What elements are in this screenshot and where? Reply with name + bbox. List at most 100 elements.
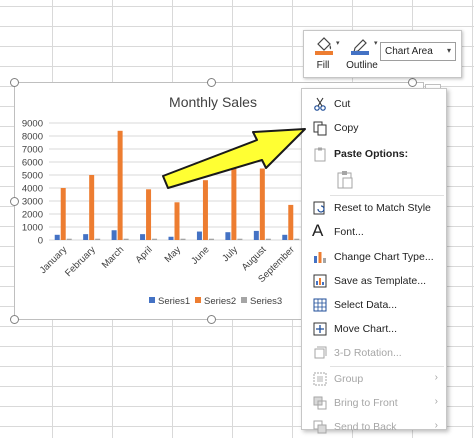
bring-to-front-icon (313, 396, 327, 410)
fill-label: Fill (316, 60, 330, 71)
pen-outline-icon (351, 39, 369, 55)
bar-series2-september[interactable] (288, 204, 294, 240)
menu-item-save-template[interactable]: Save as Template... (302, 270, 446, 292)
bar-series2-april[interactable] (146, 189, 152, 240)
bar-series1-may[interactable] (168, 236, 174, 240)
y-tick-label: 7000 (22, 145, 43, 156)
save-template-label: Save as Template... (334, 275, 427, 287)
paint-bucket-icon (315, 37, 333, 55)
x-tick-label: April (133, 244, 154, 265)
menu-item-reset-style[interactable]: Reset to Match Style (302, 197, 446, 219)
select-data-icon (313, 298, 327, 312)
bring-to-front-label: Bring to Front (334, 397, 398, 409)
menu-item-copy[interactable]: Copy (302, 117, 446, 139)
bar-series3-september[interactable] (294, 238, 300, 240)
rotation-icon (314, 346, 327, 359)
select-data-label: Select Data... (334, 299, 398, 311)
resize-handle-bottom-left[interactable] (10, 315, 19, 324)
legend-label: Series1 (158, 296, 190, 307)
bar-series3-may[interactable] (180, 238, 186, 240)
menu-item-group[interactable]: Group › (302, 368, 446, 390)
menu-item-send-to-back[interactable]: Send to Back › (302, 416, 446, 438)
menu-item-3d-rotation[interactable]: 3-D Rotation... (302, 342, 446, 364)
chart-element-value: Chart Area (385, 46, 433, 57)
y-tick-label: 1000 (22, 223, 43, 234)
submenu-arrow-icon: › (434, 396, 438, 407)
paste-options-heading: Paste Options: (302, 143, 446, 165)
bar-series1-march[interactable] (111, 230, 117, 240)
menu-item-move-chart[interactable]: Move Chart... (302, 318, 446, 340)
y-tick-label: 5000 (22, 171, 43, 182)
x-tick-label: July (220, 244, 240, 264)
paste-options-label: Paste Options: (334, 148, 409, 160)
bar-series1-august[interactable] (253, 230, 259, 240)
y-tick-label: 9000 (22, 119, 43, 130)
copy-label: Copy (334, 122, 359, 134)
bar-series1-february[interactable] (83, 234, 89, 240)
menu-item-font[interactable]: A Font... (302, 221, 446, 243)
bar-series1-september[interactable] (282, 234, 288, 240)
bar-series2-may[interactable] (174, 202, 180, 240)
send-to-back-icon (313, 420, 327, 434)
resize-handle-top-middle[interactable] (207, 78, 216, 87)
outline-button[interactable]: Outline (342, 33, 378, 73)
menu-divider (330, 195, 444, 196)
bar-series3-february[interactable] (95, 238, 101, 240)
bar-series2-june[interactable] (202, 180, 208, 240)
copy-icon (313, 121, 327, 136)
paste-clipboard-icon (337, 171, 353, 189)
menu-item-change-chart-type[interactable]: Change Chart Type... (302, 246, 446, 268)
bar-series3-april[interactable] (152, 238, 158, 240)
legend-swatch (149, 297, 155, 303)
paste-button[interactable] (334, 169, 356, 191)
bar-series1-april[interactable] (140, 234, 146, 240)
reset-style-label: Reset to Match Style (334, 202, 431, 214)
y-tick-label: 3000 (22, 197, 43, 208)
y-tick-label: 6000 (22, 158, 43, 169)
menu-item-bring-to-front[interactable]: Bring to Front › (302, 392, 446, 414)
resize-handle-top-left[interactable] (10, 78, 19, 87)
bar-series2-july[interactable] (231, 158, 237, 240)
submenu-arrow-icon: › (434, 372, 438, 383)
fill-button[interactable]: Fill (308, 33, 338, 73)
move-chart-label: Move Chart... (334, 323, 398, 335)
outline-dropdown-icon[interactable]: ▾ (374, 39, 378, 47)
group-icon (313, 372, 327, 386)
bar-series2-march[interactable] (117, 130, 123, 240)
bar-series1-june[interactable] (196, 231, 202, 240)
chart-title: Monthly Sales (169, 94, 257, 110)
bar-series3-june[interactable] (208, 238, 214, 240)
chart-element-select[interactable]: Chart Area ▾ (380, 42, 456, 61)
bar-series3-july[interactable] (237, 238, 243, 240)
context-menu: Cut Copy Paste Options: Reset to Match S… (301, 88, 447, 434)
bar-series3-march[interactable] (123, 238, 129, 240)
bar-series2-february[interactable] (89, 175, 95, 240)
bar-series1-july[interactable] (225, 232, 231, 240)
resize-handle-bottom-middle[interactable] (207, 315, 216, 324)
x-tick-label: February (63, 244, 98, 279)
bar-series3-january[interactable] (66, 238, 72, 240)
format-mini-toolbar: Fill ▾ Outline ▾ Chart Area ▾ (303, 30, 462, 78)
reset-style-icon (313, 201, 325, 215)
x-tick-label: June (189, 244, 211, 266)
outline-label: Outline (346, 60, 378, 71)
legend-label: Series2 (204, 296, 236, 307)
legend-swatch (241, 297, 247, 303)
bar-series2-january[interactable] (60, 188, 66, 240)
resize-handle-middle-left[interactable] (10, 197, 19, 206)
legend-swatch (195, 297, 201, 303)
rotation-label: 3-D Rotation... (334, 347, 402, 359)
legend-label: Series3 (250, 296, 282, 307)
y-tick-label: 0 (38, 236, 43, 247)
menu-item-cut[interactable]: Cut (302, 93, 446, 115)
menu-item-select-data[interactable]: Select Data... (302, 294, 446, 316)
chevron-down-icon: ▾ (446, 46, 451, 55)
bar-series1-january[interactable] (54, 234, 60, 240)
cut-label: Cut (334, 98, 351, 110)
bar-series2-august[interactable] (259, 168, 265, 241)
change-chart-type-label: Change Chart Type... (334, 251, 434, 263)
resize-handle-top-right[interactable] (408, 78, 417, 87)
bar-series3-august[interactable] (265, 238, 271, 240)
fill-dropdown-icon[interactable]: ▾ (336, 39, 340, 47)
font-icon: A (312, 221, 324, 240)
